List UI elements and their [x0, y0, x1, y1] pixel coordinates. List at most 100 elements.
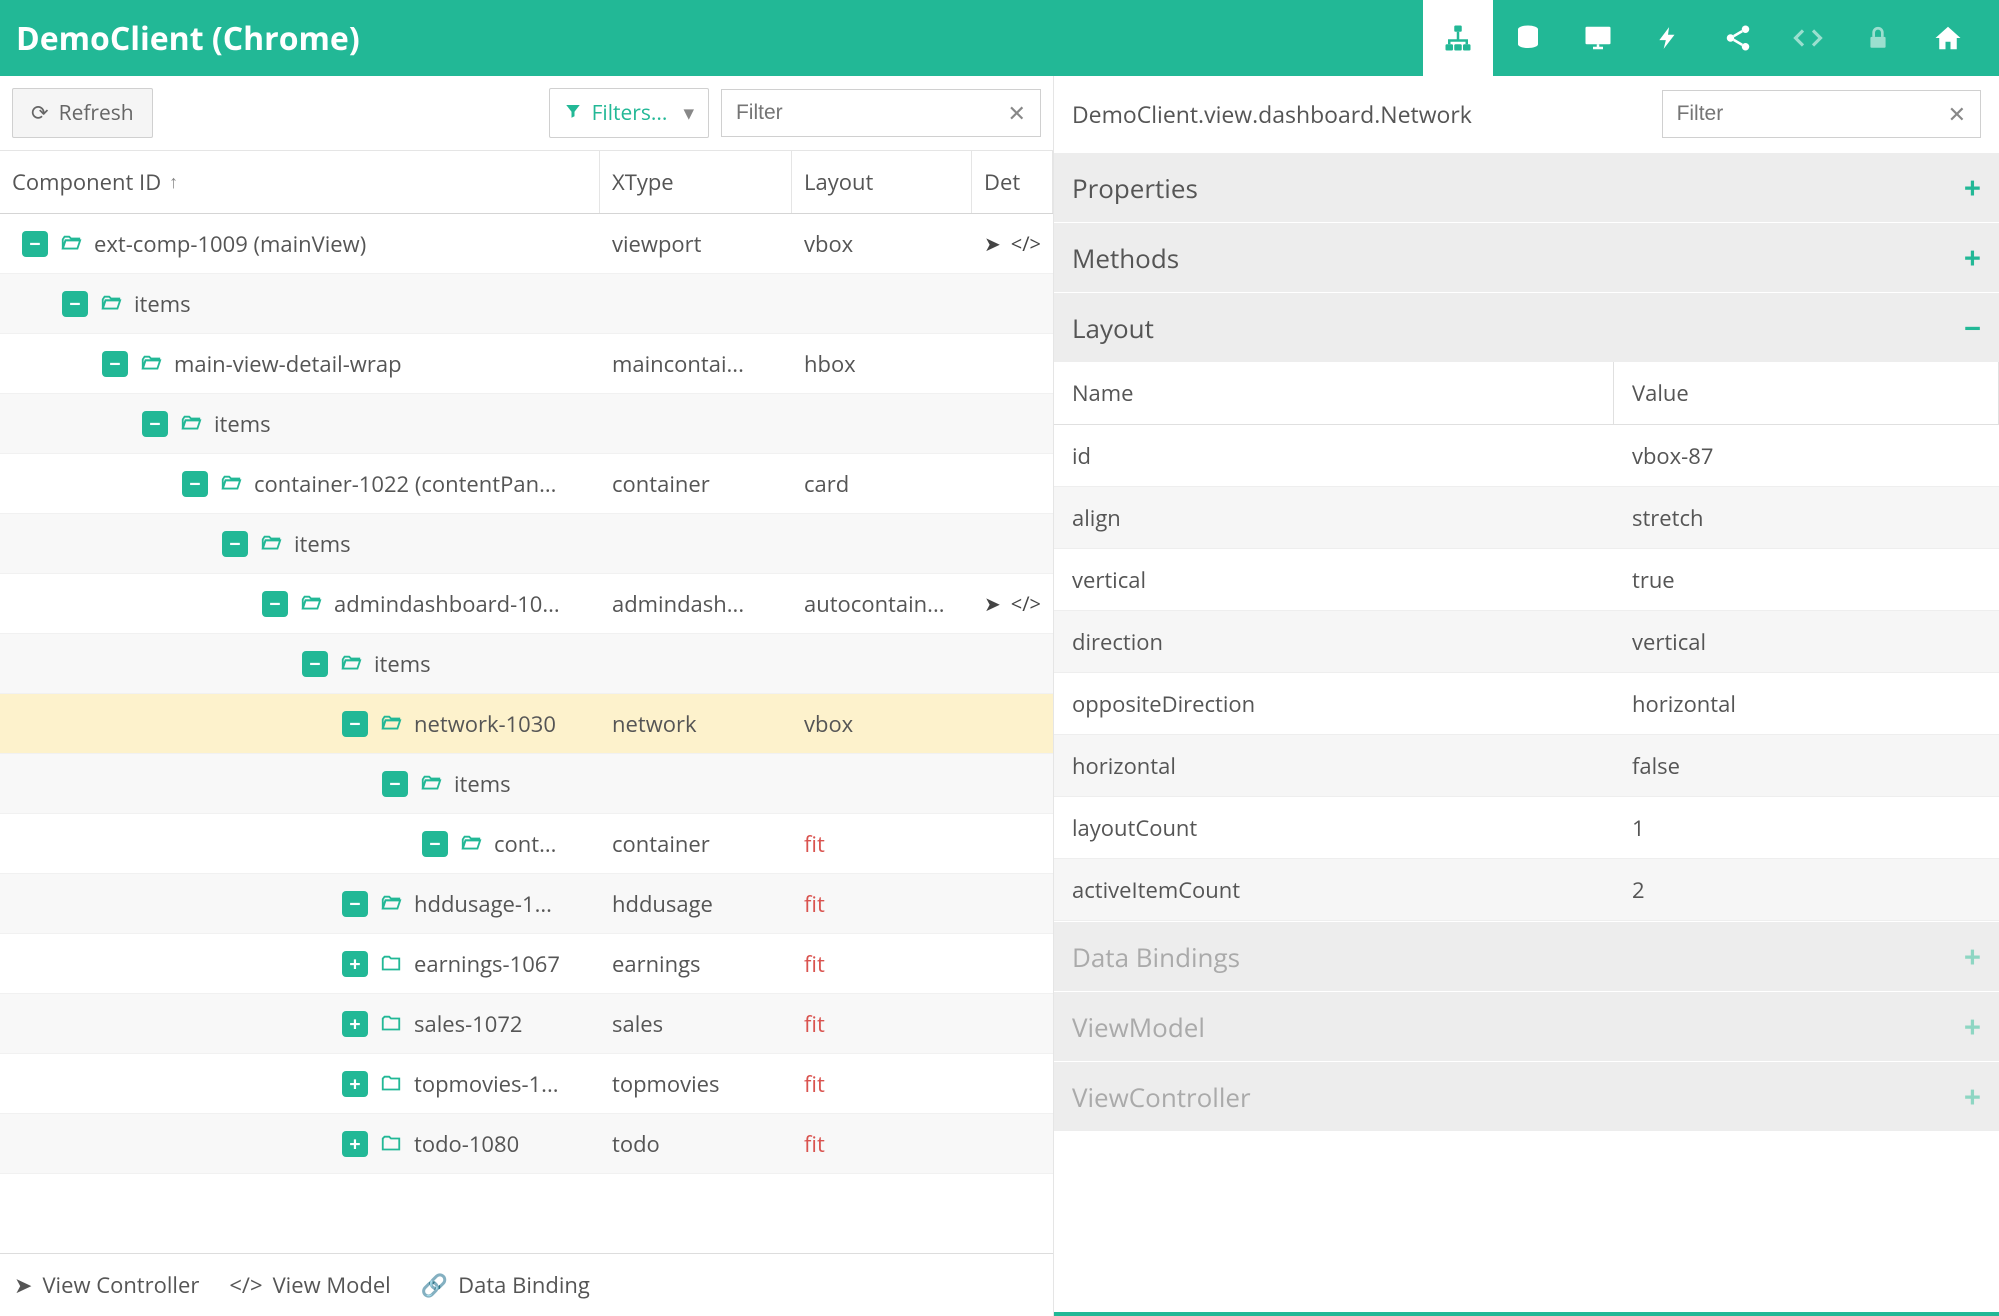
component-tree[interactable]: ext-comp-1009 (mainView)viewportvbox➤</>…: [0, 214, 1053, 1253]
accordion-section-methods[interactable]: Methods+: [1054, 222, 1999, 292]
tree-row[interactable]: container-1022 (contentPan...containerca…: [0, 454, 1053, 514]
tree-row[interactable]: topmovies-1...topmoviesfit: [0, 1054, 1053, 1114]
filters-button[interactable]: Filters... ▾: [549, 88, 709, 138]
prop-row[interactable]: layoutCount1: [1054, 797, 1999, 859]
prop-row[interactable]: idvbox-87: [1054, 425, 1999, 487]
sitemap-icon[interactable]: [1423, 0, 1493, 76]
accordion-section-properties[interactable]: Properties+: [1054, 152, 1999, 222]
expand-toggle[interactable]: [382, 771, 408, 797]
prop-col-name[interactable]: Name: [1054, 362, 1614, 424]
clear-filter-icon[interactable]: ✕: [1948, 99, 1966, 129]
desktop-icon[interactable]: [1563, 0, 1633, 76]
tree-row[interactable]: hddusage-1...hddusagefit: [0, 874, 1053, 934]
folder-icon: [458, 833, 484, 855]
folder-icon: [378, 1073, 404, 1095]
left-filter-input[interactable]: [736, 101, 1008, 125]
tree-row[interactable]: items: [0, 394, 1053, 454]
location-icon[interactable]: ➤: [984, 590, 1001, 617]
tree-header: Component ID ↑ XType Layout Det: [0, 151, 1053, 214]
home-icon[interactable]: [1913, 0, 1983, 76]
folder-icon: [298, 593, 324, 615]
col-xtype[interactable]: XType: [600, 151, 792, 213]
prop-row[interactable]: verticaltrue: [1054, 549, 1999, 611]
folder-icon: [378, 1013, 404, 1035]
data-binding-link[interactable]: 🔗Data Binding: [421, 1270, 590, 1300]
tree-row[interactable]: items: [0, 514, 1053, 574]
bolt-icon[interactable]: [1633, 0, 1703, 76]
tree-row[interactable]: main-view-detail-wrapmaincontai...hbox: [0, 334, 1053, 394]
accordion-section-data-bindings[interactable]: Data Bindings+: [1054, 921, 1999, 991]
code-icon[interactable]: </>: [1011, 590, 1041, 617]
col-component-id[interactable]: Component ID ↑: [0, 151, 600, 213]
accordion-section-viewcontroller[interactable]: ViewController+: [1054, 1061, 1999, 1131]
xtype-cell: maincontai...: [600, 349, 792, 379]
expand-toggle[interactable]: [182, 471, 208, 497]
tree-row[interactable]: items: [0, 274, 1053, 334]
prop-row[interactable]: alignstretch: [1054, 487, 1999, 549]
tree-row[interactable]: earnings-1067earningsfit: [0, 934, 1053, 994]
location-icon[interactable]: ➤: [984, 230, 1001, 257]
prop-row[interactable]: oppositeDirectionhorizontal: [1054, 673, 1999, 735]
right-filter-input[interactable]: [1677, 102, 1948, 126]
tree-row[interactable]: admindashboard-10...admindash...autocont…: [0, 574, 1053, 634]
tree-row[interactable]: ext-comp-1009 (mainView)viewportvbox➤</>: [0, 214, 1053, 274]
code-icon: </>: [229, 1270, 262, 1300]
expand-toggle[interactable]: [262, 591, 288, 617]
prop-row[interactable]: activeItemCount2: [1054, 859, 1999, 921]
prop-col-value[interactable]: Value: [1614, 362, 1999, 424]
node-label: todo-1080: [414, 1129, 519, 1159]
tree-row[interactable]: cont...containerfit: [0, 814, 1053, 874]
expand-toggle[interactable]: [22, 231, 48, 257]
expand-icon: +: [1964, 237, 1981, 278]
right-toolbar: DemoClient.view.dashboard.Network ✕: [1054, 76, 1999, 152]
col-det[interactable]: Det: [972, 151, 1053, 213]
expand-toggle[interactable]: [222, 531, 248, 557]
left-footer: ➤View Controller </>View Model 🔗Data Bin…: [0, 1253, 1053, 1316]
view-controller-link[interactable]: ➤View Controller: [14, 1270, 199, 1300]
expand-toggle[interactable]: [342, 951, 368, 977]
tree-row[interactable]: todo-1080todofit: [0, 1114, 1053, 1174]
xtype-cell: topmovies: [600, 1069, 792, 1099]
database-icon[interactable]: [1493, 0, 1563, 76]
accordion-section-viewmodel[interactable]: ViewModel+: [1054, 991, 1999, 1061]
lock-icon[interactable]: [1843, 0, 1913, 76]
expand-toggle[interactable]: [342, 711, 368, 737]
node-label: items: [134, 289, 191, 319]
view-model-link[interactable]: </>View Model: [229, 1270, 390, 1300]
share-icon[interactable]: [1703, 0, 1773, 76]
tree-row[interactable]: sales-1072salesfit: [0, 994, 1053, 1054]
tree-row[interactable]: items: [0, 754, 1053, 814]
expand-toggle[interactable]: [342, 891, 368, 917]
expand-toggle[interactable]: [342, 1071, 368, 1097]
expand-toggle[interactable]: [102, 351, 128, 377]
tree-row[interactable]: network-1030networkvbox: [0, 694, 1053, 754]
expand-toggle[interactable]: [302, 651, 328, 677]
accordion-section-layout[interactable]: Layout−: [1054, 292, 1999, 362]
layout-cell: hbox: [792, 349, 972, 379]
refresh-button[interactable]: ⟳ Refresh: [12, 88, 153, 138]
expand-toggle[interactable]: [342, 1011, 368, 1037]
expand-toggle[interactable]: [342, 1131, 368, 1157]
expand-toggle[interactable]: [62, 291, 88, 317]
app-title: DemoClient (Chrome): [16, 17, 1423, 60]
clear-filter-icon[interactable]: ✕: [1008, 98, 1026, 128]
node-label: admindashboard-10...: [334, 589, 560, 619]
prop-row[interactable]: directionvertical: [1054, 611, 1999, 673]
node-label: sales-1072: [414, 1009, 523, 1039]
col-layout[interactable]: Layout: [792, 151, 972, 213]
folder-icon: [378, 953, 404, 975]
filter-icon: [564, 99, 582, 127]
accordion: Properties+Methods+Layout−NameValueidvbo…: [1054, 152, 1999, 1316]
expand-toggle[interactable]: [422, 831, 448, 857]
expand-toggle[interactable]: [142, 411, 168, 437]
code-icon[interactable]: [1773, 0, 1843, 76]
tree-row[interactable]: items: [0, 634, 1053, 694]
component-tree-panel: ⟳ Refresh Filters... ▾ ✕ Component ID ↑ …: [0, 76, 1054, 1316]
prop-row[interactable]: horizontalfalse: [1054, 735, 1999, 797]
prop-value: true: [1614, 565, 1999, 595]
location-icon: ➤: [14, 1270, 32, 1300]
folder-icon: [378, 893, 404, 915]
code-icon[interactable]: </>: [1011, 230, 1041, 257]
prop-name: horizontal: [1054, 751, 1614, 781]
left-toolbar: ⟳ Refresh Filters... ▾ ✕: [0, 76, 1053, 151]
